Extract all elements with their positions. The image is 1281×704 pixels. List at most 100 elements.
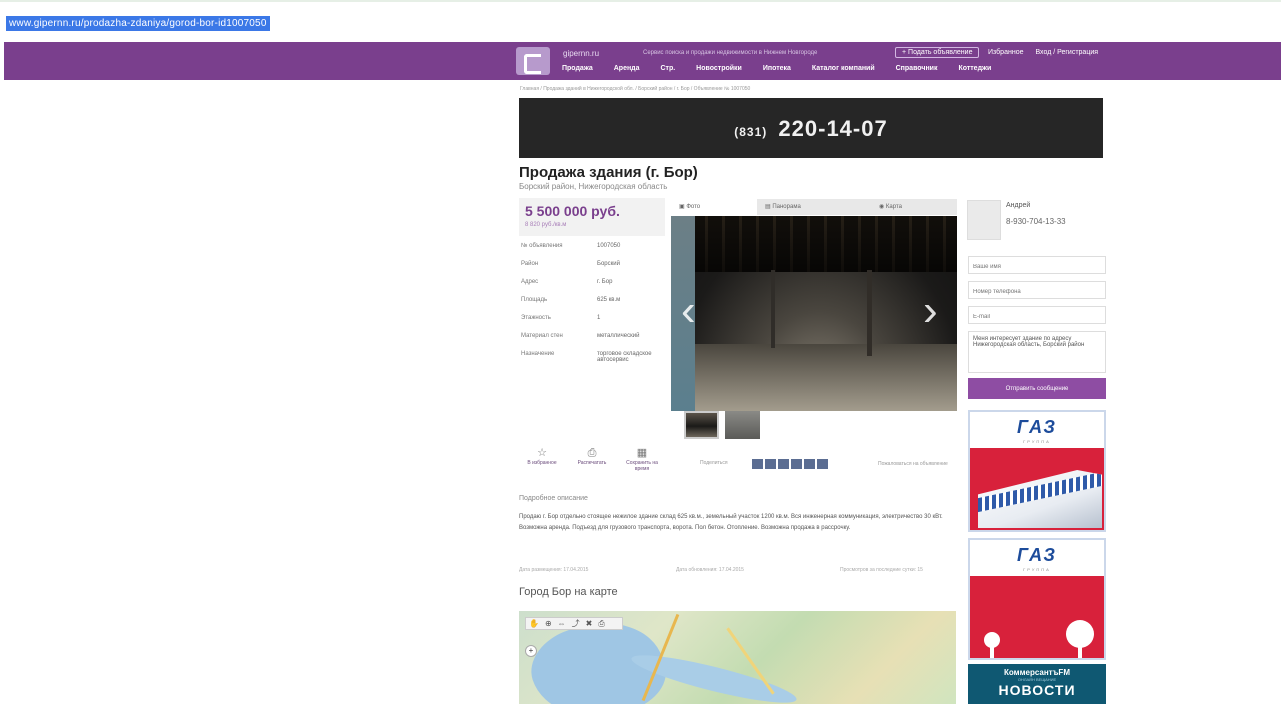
nav-item-build[interactable]: Стр.: [660, 65, 675, 72]
gaz-sub: ГРУППА: [1023, 567, 1051, 572]
media-tabs: ▣ Фото ▤ Панорама ◉ Карта: [671, 199, 957, 215]
share-ok-icon[interactable]: [791, 459, 802, 469]
photo-column: [771, 270, 775, 348]
prop-row: Площадь 625 кв.м: [519, 297, 669, 315]
tree-trunk: [990, 646, 994, 658]
main-nav: Продажа Аренда Стр. Новостройки Ипотека …: [562, 65, 1010, 72]
agent-phone[interactable]: 8-930-704-13-33: [1006, 217, 1066, 226]
prop-row: Этажность 1: [519, 315, 669, 333]
site-header: [4, 42, 1281, 80]
route-icon[interactable]: ⤴: [572, 619, 580, 628]
description-heading: Подробное описание: [519, 495, 588, 502]
page-title: Продажа здания (г. Бор): [519, 164, 698, 181]
gaz-ad-1[interactable]: ГАЗ ГРУППА: [968, 410, 1106, 532]
photo-column: [867, 270, 872, 356]
share-vk-icon[interactable]: [752, 459, 763, 469]
login-link[interactable]: Вход / Регистрация: [1035, 49, 1098, 56]
browser-bar: www.gipernn.ru/prodazha-zdaniya/gorod-bo…: [0, 0, 1281, 42]
url-field[interactable]: www.gipernn.ru/prodazha-zdaniya/gorod-bo…: [6, 16, 270, 31]
zoom-in-icon[interactable]: +: [525, 645, 537, 657]
agent-name: Андрей: [1006, 202, 1031, 209]
name-field[interactable]: [968, 256, 1106, 274]
nav-item-reference[interactable]: Справочник: [896, 65, 938, 72]
price-per-sqm: 8 820 руб./кв.м: [525, 222, 567, 228]
close-icon[interactable]: ✖: [586, 619, 593, 628]
prop-value: Борский: [597, 261, 620, 267]
chevron-right-icon[interactable]: ›: [923, 286, 938, 336]
photo-thumbnail[interactable]: [725, 411, 760, 439]
photo-floor: [695, 344, 957, 411]
kom-news: НОВОСТИ: [998, 682, 1076, 698]
message-field[interactable]: Меня интересует здание по адресу Нижегор…: [968, 331, 1106, 373]
tab-photo[interactable]: ▣ Фото: [671, 199, 757, 215]
prop-value: 1007050: [597, 243, 621, 249]
gaz-ad-2[interactable]: ГАЗ ГРУППА: [968, 538, 1106, 660]
share-mailru-icon[interactable]: [804, 459, 815, 469]
site-logo-icon[interactable]: [516, 47, 550, 75]
prop-row: Адрес г. Бор: [519, 279, 669, 297]
photo-thumbnail[interactable]: [684, 411, 719, 439]
prop-key: № объявления: [521, 243, 563, 249]
header-links: Избранное Вход / Регистрация: [988, 49, 1108, 56]
banner-phone: (831) 220-14-07: [519, 116, 1103, 142]
chevron-left-icon[interactable]: ‹: [681, 286, 696, 336]
prop-value: торговое складское автосервис: [597, 351, 652, 363]
breadcrumb[interactable]: Главная / Продажа зданий в Нижегородской…: [520, 86, 750, 92]
calendar-icon: ▦: [636, 447, 648, 459]
brand-name[interactable]: gipernn.ru: [563, 49, 599, 58]
zoom-area-icon[interactable]: ⊕: [545, 619, 552, 628]
photo-ceiling: [671, 216, 957, 272]
share-twitter-icon[interactable]: [778, 459, 789, 469]
prop-row: Материал стен металлический: [519, 333, 669, 351]
nav-item-rent[interactable]: Аренда: [614, 65, 640, 72]
calendar-action[interactable]: ▦ Сохранить на время: [619, 447, 665, 472]
price-box: 5 500 000 руб. 8 820 руб./кв.м: [519, 198, 665, 236]
send-message-button[interactable]: Отправить сообщение: [968, 378, 1106, 399]
map-toolbar: ✋ ⊕ ⇔ ⤴ ✖ ⎙: [525, 617, 623, 630]
favorite-label: В избранное: [527, 460, 557, 466]
listing-location: Борский район, Нижегородская область: [519, 182, 668, 191]
star-icon: ☆: [537, 447, 547, 459]
created-date: Дата размещения: 17.04.2015: [519, 567, 589, 573]
favorites-link[interactable]: Избранное: [988, 49, 1023, 56]
hand-icon[interactable]: ✋: [529, 619, 539, 628]
prop-key: Район: [521, 261, 539, 267]
listing-price: 5 500 000 руб.: [525, 203, 620, 219]
share-facebook-icon[interactable]: [765, 459, 776, 469]
favorite-action[interactable]: ☆ В избранное: [519, 447, 565, 466]
property-details: № объявления 1007050 Район Борский Адрес г.…: [519, 243, 669, 391]
building-icon: [978, 470, 1102, 528]
listing-photo[interactable]: ‹ ›: [671, 216, 957, 411]
print-icon[interactable]: ⎙: [598, 619, 604, 628]
add-listing-button[interactable]: + Подать объявление: [895, 47, 980, 58]
print-action[interactable]: ⎙ Распечатать: [569, 447, 615, 466]
phone-banner[interactable]: (831) 220-14-07: [519, 98, 1103, 158]
updated-date: Дата обновления: 17.04.2015: [676, 567, 744, 573]
kommersant-ad[interactable]: КоммерсантъFM ОНЛАЙН ВЕЩАНИЕ НОВОСТИ: [968, 664, 1106, 704]
tree-trunk: [1078, 646, 1082, 658]
banner-phone-code: (831): [734, 125, 768, 139]
tab-map[interactable]: ◉ Карта: [871, 199, 957, 215]
nav-item-sale[interactable]: Продажа: [562, 65, 593, 72]
listing-actions: ☆ В избранное ⎙ Распечатать ▦ Сохранить …: [519, 447, 679, 481]
tab-panorama[interactable]: ▤ Панорама: [757, 199, 871, 215]
prop-row: Назначение торговое складское автосервис: [519, 351, 669, 391]
nav-item-mortgage[interactable]: Ипотека: [763, 65, 791, 72]
nav-item-companies[interactable]: Каталог компаний: [812, 65, 875, 72]
ruler-icon[interactable]: ⇔: [558, 619, 566, 628]
prop-key: Назначение: [521, 351, 555, 357]
share-lj-icon[interactable]: [817, 459, 828, 469]
tree-icon: [1066, 620, 1094, 648]
gaz-logo-text: ГАЗ: [1016, 545, 1057, 565]
email-field[interactable]: [968, 306, 1106, 324]
description-text: Продаю г. Бор отдельно стоящее нежилое з…: [519, 514, 943, 531]
nav-item-new-buildings[interactable]: Новостройки: [696, 65, 742, 72]
tab-panorama-label: Панорама: [772, 204, 801, 210]
prop-key: Площадь: [521, 297, 548, 303]
phone-field[interactable]: [968, 281, 1106, 299]
printer-icon: ⎙: [587, 447, 597, 459]
nav-item-cottages[interactable]: Коттеджи: [958, 65, 991, 72]
complain-link[interactable]: Пожаловаться на объявление: [878, 461, 948, 467]
prop-value: г. Бор: [597, 279, 613, 285]
map[interactable]: ✋ ⊕ ⇔ ⤴ ✖ ⎙ +: [519, 611, 956, 704]
